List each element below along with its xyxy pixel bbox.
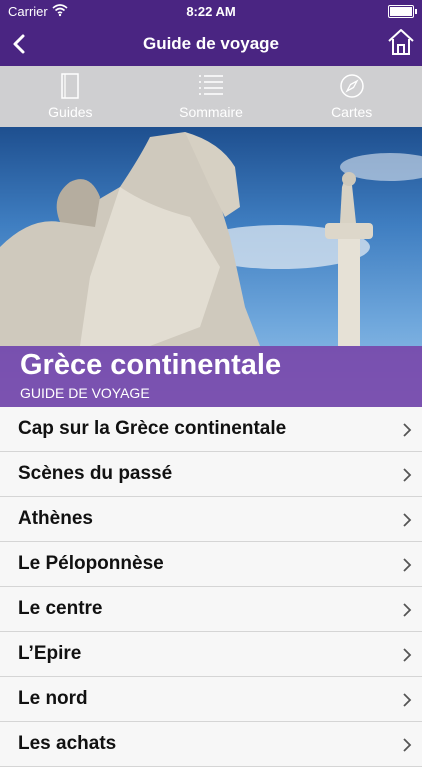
list-item-label: Athènes xyxy=(18,508,93,529)
list-item-label: L’Epire xyxy=(18,643,82,664)
list-item[interactable]: Le Péloponnèse xyxy=(0,542,422,587)
tab-bar: Guides Sommaire Cartes xyxy=(0,66,422,127)
list-item[interactable]: Les achats xyxy=(0,722,422,767)
book-icon xyxy=(61,73,80,99)
list-item-label: Scènes du passé xyxy=(18,463,173,484)
chevron-right-icon xyxy=(403,603,412,617)
tab-guides-label: Guides xyxy=(48,104,93,120)
list-icon xyxy=(199,75,223,95)
chevron-right-icon xyxy=(403,468,412,482)
home-icon xyxy=(388,29,414,55)
chevron-right-icon xyxy=(403,513,412,527)
chevron-right-icon xyxy=(403,693,412,707)
list-item-label: Cap sur la Grèce continentale xyxy=(18,418,287,439)
tab-sommaire-label: Sommaire xyxy=(179,104,243,120)
tab-cartes-label: Cartes xyxy=(331,104,373,120)
list-item[interactable]: Le nord xyxy=(0,677,422,722)
navigation-bar: Guide de voyage xyxy=(0,22,422,66)
list-item[interactable]: Scènes du passé xyxy=(0,452,422,497)
home-button[interactable] xyxy=(386,26,416,58)
chapter-list: Cap sur la Grèce continentale Scènes du … xyxy=(0,407,422,767)
status-bar: Carrier 8:22 AM xyxy=(0,0,422,22)
list-item[interactable]: L’Epire xyxy=(0,632,422,677)
compass-icon xyxy=(339,74,364,98)
list-item-label: Le centre xyxy=(18,598,103,619)
chevron-right-icon xyxy=(403,558,412,572)
hero-title: Grèce continentale xyxy=(20,349,282,381)
chevron-right-icon xyxy=(403,648,412,662)
tab-cartes[interactable]: Cartes xyxy=(281,66,422,127)
list-item-label: Le nord xyxy=(18,688,88,709)
page-title: Guide de voyage xyxy=(142,34,280,53)
hero-image xyxy=(0,132,422,346)
list-item-label: Les achats xyxy=(18,733,117,754)
chevron-right-icon xyxy=(403,738,412,752)
hero-banner: Grèce continentale GUIDE DE VOYAGE xyxy=(0,127,422,407)
tab-sommaire[interactable]: Sommaire xyxy=(141,66,282,127)
list-item[interactable]: Le centre xyxy=(0,587,422,632)
list-item[interactable]: Athènes xyxy=(0,497,422,542)
top-bar: Carrier 8:22 AM Guide de voyage xyxy=(0,0,422,66)
list-item-label: Le Péloponnèse xyxy=(18,553,164,574)
status-time: 8:22 AM xyxy=(186,4,236,19)
hero-subtitle: GUIDE DE VOYAGE xyxy=(20,385,150,401)
battery-icon xyxy=(388,5,414,18)
list-item[interactable]: Cap sur la Grèce continentale xyxy=(0,407,422,452)
battery-tip xyxy=(415,9,417,14)
tab-guides[interactable]: Guides xyxy=(0,66,141,127)
chevron-right-icon xyxy=(403,423,412,437)
